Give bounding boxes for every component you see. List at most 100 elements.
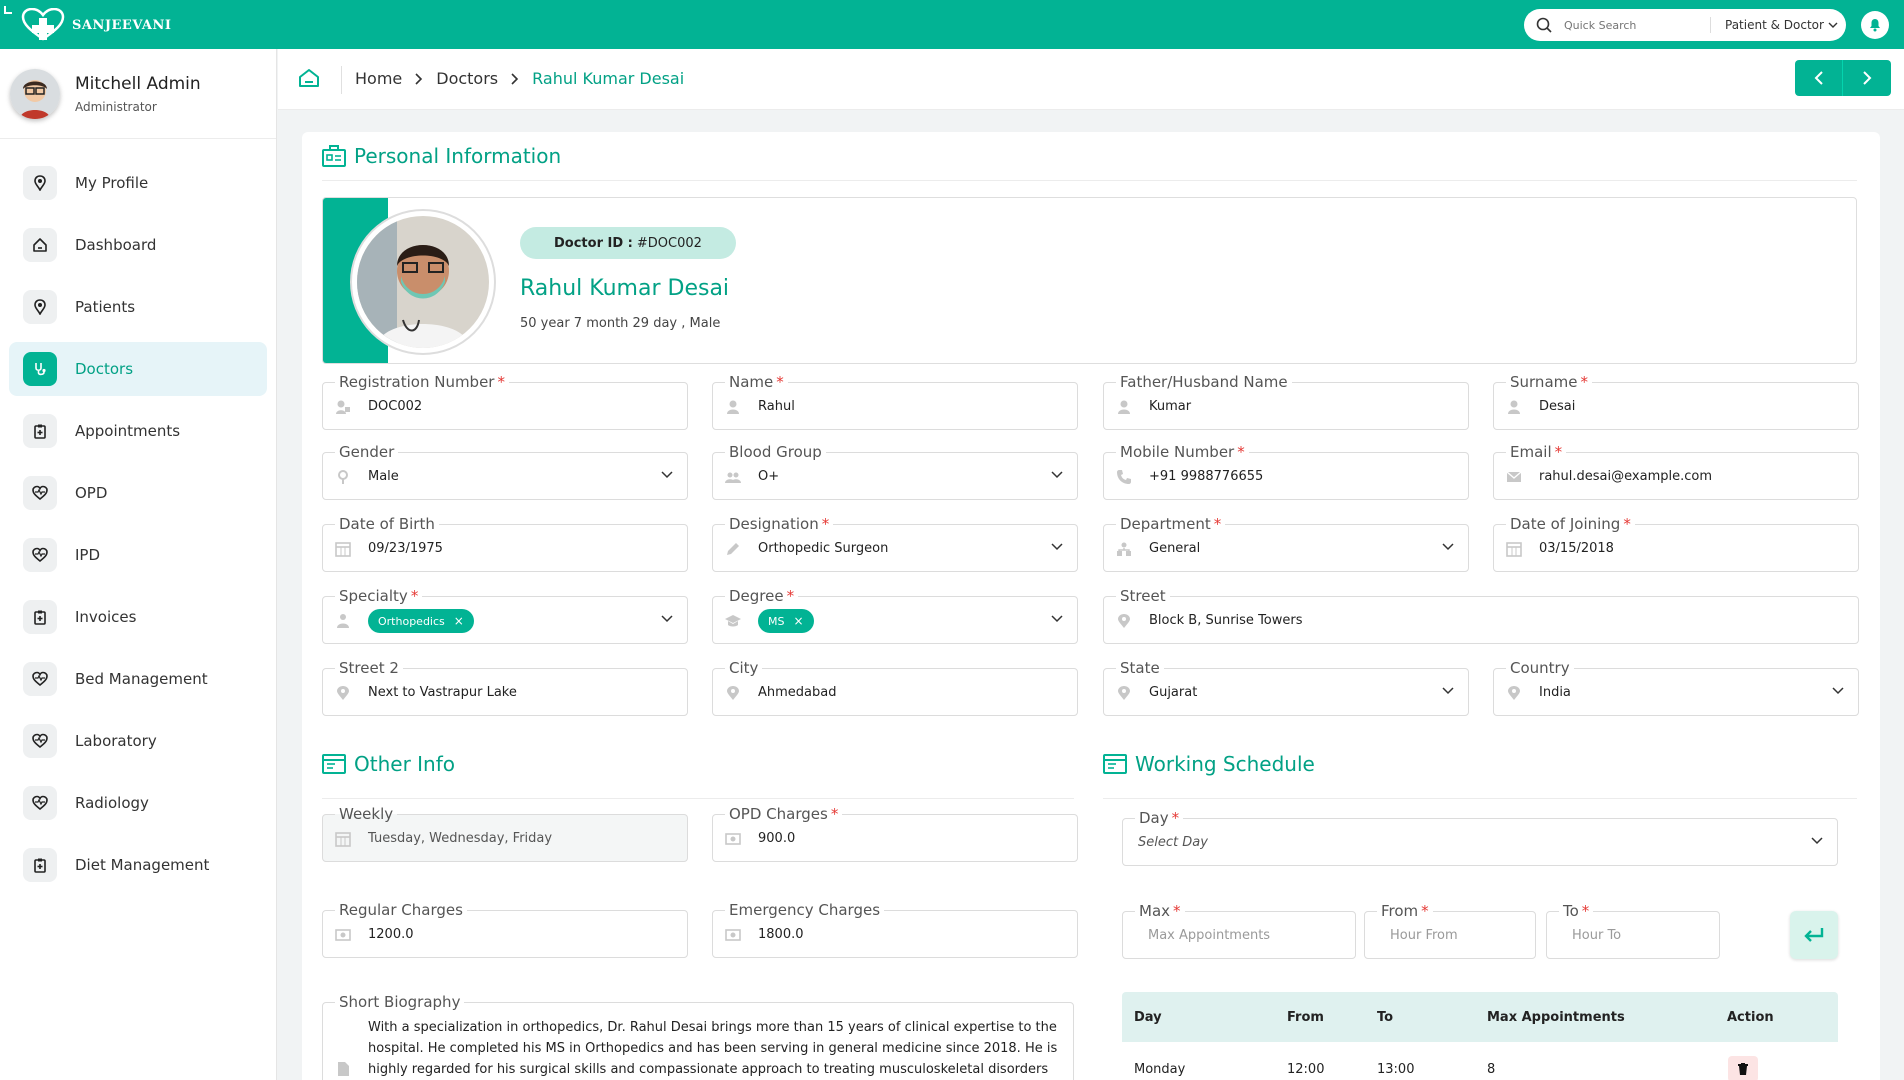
sidebar-nav: My Profile Dashboard Patients Doctors Appoin…: [0, 139, 276, 892]
sidebar-item-invoices[interactable]: Invoices: [9, 590, 267, 644]
mobile-number-field[interactable]: Mobile Number * +91 9988776655: [1103, 443, 1469, 500]
next-record-button[interactable]: [1843, 60, 1891, 96]
avatar: [10, 68, 60, 119]
doctor-icon: [337, 614, 349, 628]
sidebar-item-patients[interactable]: Patients: [9, 280, 267, 334]
degree-select[interactable]: Degree * MS ×: [712, 587, 1078, 644]
divider: [322, 180, 1857, 181]
department-select[interactable]: Department * General: [1103, 515, 1469, 572]
working-schedule-title: Working Schedule: [1135, 752, 1315, 776]
degree-chip-label: MS: [768, 614, 785, 628]
sidebar-item-label: OPD: [75, 484, 108, 502]
search-icon: [1536, 17, 1552, 33]
opd-charges-field[interactable]: OPD Charges * 900.0: [712, 805, 1078, 862]
regular-charges-label: Regular Charges: [335, 901, 467, 919]
previous-record-button[interactable]: [1795, 60, 1843, 96]
from-placeholder: Hour From: [1390, 928, 1458, 943]
gender-select[interactable]: Gender Male: [322, 443, 688, 500]
menu-corner-icon[interactable]: [4, 6, 12, 14]
enter-icon: [1804, 928, 1824, 942]
hour-from-field[interactable]: From * Hour From: [1364, 902, 1536, 959]
specialty-chip[interactable]: Orthopedics ×: [368, 609, 474, 633]
sidebar-item-radiology[interactable]: Radiology: [9, 776, 267, 830]
chevron-down-icon: [1811, 837, 1823, 845]
sidebar-item-appointments[interactable]: Appointments: [9, 404, 267, 458]
window-icon: [322, 754, 346, 774]
sidebar-item-label: Doctors: [75, 360, 134, 378]
hour-to-field[interactable]: To * Hour To: [1546, 902, 1720, 959]
name-field[interactable]: Name * Rahul: [712, 373, 1078, 430]
degree-chip[interactable]: MS ×: [758, 609, 814, 633]
breadcrumb-divider: [341, 66, 342, 94]
state-select[interactable]: State Gujarat: [1103, 659, 1469, 716]
max-appointments-field[interactable]: Max * Max Appointments: [1122, 902, 1356, 959]
pen-icon: [727, 543, 739, 555]
date-of-joining-field[interactable]: Date of Joining * 03/15/2018: [1493, 515, 1859, 572]
country-value: India: [1539, 685, 1571, 700]
add-schedule-button[interactable]: [1790, 911, 1838, 959]
search-input[interactable]: [1564, 18, 1704, 32]
regular-charges-value: 1200.0: [368, 927, 414, 942]
brand[interactable]: SANJEEVANI: [20, 8, 171, 42]
breadcrumb-home[interactable]: Home: [355, 69, 402, 88]
surname-field[interactable]: Surname * Desai: [1493, 373, 1859, 430]
breadcrumb-doctors[interactable]: Doctors: [436, 69, 498, 88]
schedule-day-select[interactable]: Day * Select Day: [1122, 809, 1838, 866]
registration-number-label: Registration Number: [339, 373, 495, 391]
city-field[interactable]: City Ahmedabad: [712, 659, 1078, 716]
sidebar-item-dashboard[interactable]: Dashboard: [9, 218, 267, 272]
emergency-charges-field[interactable]: Emergency Charges 1800.0: [712, 901, 1078, 958]
delete-row-button[interactable]: [1728, 1056, 1758, 1080]
doctor-id-badge: Doctor ID : #DOC002: [520, 227, 736, 259]
sidebar-item-label: Patients: [75, 298, 136, 316]
user-profile[interactable]: Mitchell Admin Administrator: [0, 49, 276, 139]
country-select[interactable]: Country India: [1493, 659, 1859, 716]
home-icon[interactable]: [298, 68, 320, 88]
designation-select[interactable]: Designation * Orthopedic Surgeon: [712, 515, 1078, 572]
doctor-photo[interactable]: [350, 209, 496, 355]
personal-info-title: Personal Information: [354, 144, 562, 168]
chevron-down-icon: [1051, 471, 1063, 479]
regular-charges-field[interactable]: Regular Charges 1200.0: [322, 901, 688, 958]
max-label: Max: [1139, 902, 1171, 920]
calendar-icon: [1506, 542, 1522, 557]
sidebar-item-my-profile[interactable]: My Profile: [9, 156, 267, 210]
sidebar-item-opd[interactable]: OPD: [9, 466, 267, 520]
registration-number-field[interactable]: Registration Number * DOC002: [322, 373, 688, 430]
father-name-field[interactable]: Father/Husband Name Kumar: [1103, 373, 1469, 430]
remove-chip-icon[interactable]: ×: [454, 614, 464, 628]
short-biography-field[interactable]: Short Biography With a specialization in…: [322, 993, 1074, 1080]
sidebar-item-label: My Profile: [75, 174, 149, 192]
email-field[interactable]: Email * rahul.desai@example.com: [1493, 443, 1859, 500]
remove-chip-icon[interactable]: ×: [793, 614, 803, 628]
notifications-button[interactable]: [1861, 11, 1889, 39]
designation-value: Orthopedic Surgeon: [758, 541, 889, 556]
window-icon: [1103, 754, 1127, 774]
street-field[interactable]: Street Block B, Sunrise Towers: [1103, 587, 1859, 644]
calendar-icon: [335, 542, 351, 557]
date-of-birth-field[interactable]: Date of Birth 09/23/1975: [322, 515, 688, 572]
opd-charges-label: OPD Charges: [729, 805, 828, 823]
sidebar-item-laboratory[interactable]: Laboratory: [9, 714, 267, 768]
department-value: General: [1149, 541, 1201, 556]
graduation-cap-icon: [725, 615, 741, 627]
search-scope-label: Patient & Doctor: [1725, 18, 1824, 32]
sidebar-item-ipd[interactable]: IPD: [9, 528, 267, 582]
money-icon: [725, 929, 741, 941]
specialty-label: Specialty: [339, 587, 408, 605]
search-scope-select[interactable]: Patient & Doctor: [1725, 18, 1838, 32]
surname-value: Desai: [1539, 399, 1576, 414]
street2-field[interactable]: Street 2 Next to Vastrapur Lake: [322, 659, 688, 716]
specialty-select[interactable]: Specialty * Orthopedics ×: [322, 587, 688, 644]
user-icon: [1508, 400, 1520, 414]
sidebar-item-diet-management[interactable]: Diet Management: [9, 838, 267, 892]
user-role: Administrator: [75, 99, 157, 114]
chevron-right-icon: [415, 72, 423, 85]
designation-label: Designation: [729, 515, 819, 533]
blood-group-select[interactable]: Blood Group O+: [712, 443, 1078, 500]
chevron-down-icon: [661, 471, 673, 479]
gender-value: Male: [368, 469, 399, 484]
sidebar-item-doctors[interactable]: Doctors: [9, 342, 267, 396]
weekly-label: Weekly: [335, 805, 398, 823]
sidebar-item-bed-management[interactable]: Bed Management: [9, 652, 267, 706]
